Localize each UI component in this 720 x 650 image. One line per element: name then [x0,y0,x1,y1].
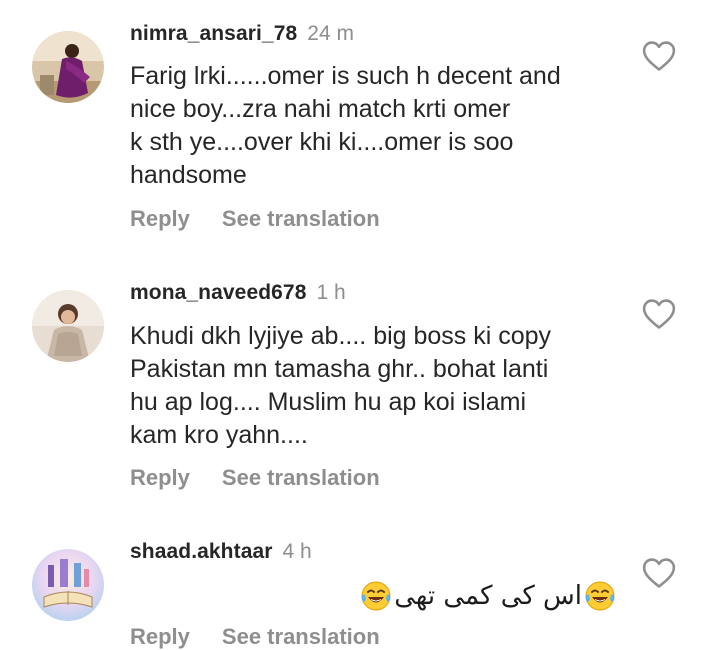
timestamp: 24 m [307,22,354,45]
comment-text-line: Pakistan mn tamasha ghr.. bohat lanti [130,355,549,383]
heart-outline-icon[interactable] [642,557,676,589]
comment-text-urdu: اس کی کمی تھی [394,580,582,611]
avatar-image [32,31,104,103]
comment-text-line: hu ap log.... Muslim hu ap koi islami [130,388,527,416]
username[interactable]: mona_naveed678 [130,281,307,304]
reply-button[interactable]: Reply [130,465,190,491]
reply-button[interactable]: Reply [130,206,190,232]
timestamp: 4 h [282,540,312,563]
avatar[interactable] [32,549,104,621]
heart-outline-icon[interactable] [642,298,676,330]
see-translation-button[interactable]: See translation [222,206,380,232]
reply-button[interactable]: Reply [130,624,190,650]
timestamp: 1 h [316,281,346,304]
avatar-image [32,549,104,621]
comment-header: nimra_ansari_78 24 m [130,21,354,47]
username[interactable]: shaad.akhtaar [130,540,273,563]
see-translation-button[interactable]: See translation [222,465,380,491]
comment-actions: Reply See translation [130,624,380,650]
face-with-tears-of-joy-emoji [585,581,615,610]
comment-text: Khudi dkh lyjiye ab.... big boss ki copy… [130,320,650,452]
comment-actions: Reply See translation [130,206,380,232]
comment-header: shaad.akhtaar 4 h [130,539,312,565]
comment-text-line: handsome [130,161,247,189]
comment-header: mona_naveed678 1 h [130,280,346,306]
avatar-image [32,290,104,362]
comment-text-line: Farig lrki......omer is such h decent an… [130,62,561,90]
avatar[interactable] [32,290,104,362]
see-translation-button[interactable]: See translation [222,624,380,650]
comment-text-line: nice boy...zra nahi match krti omer [130,95,511,123]
comment-text-line: kam kro yahn.... [130,421,308,449]
avatar[interactable] [32,31,104,103]
comment-text: اس کی کمی تھی [360,578,616,613]
comment-text-line: k sth ye....over khi ki....omer is soo [130,128,514,156]
username[interactable]: nimra_ansari_78 [130,22,297,45]
comment-text: Farig lrki......omer is such h decent an… [130,60,650,192]
comment-text-line: Khudi dkh lyjiye ab.... big boss ki copy [130,322,552,350]
comment-actions: Reply See translation [130,465,380,491]
face-with-tears-of-joy-emoji [361,581,391,610]
heart-outline-icon[interactable] [642,40,676,72]
